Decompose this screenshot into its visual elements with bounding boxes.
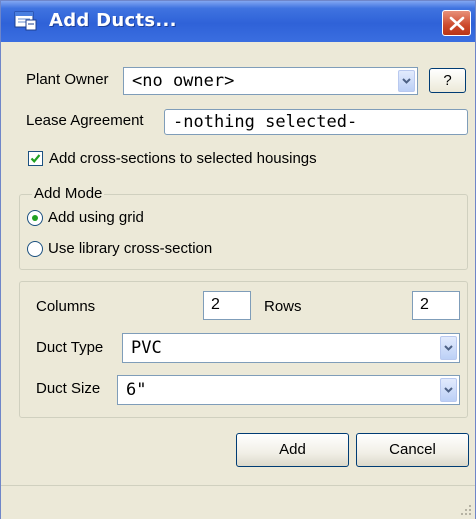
- status-bar: [1, 485, 475, 519]
- add-mode-legend: Add Mode: [32, 185, 105, 202]
- resize-grip-icon[interactable]: [460, 504, 472, 516]
- rows-value: 2: [420, 296, 429, 313]
- close-button[interactable]: [442, 10, 471, 36]
- duct-type-label: Duct Type: [36, 339, 104, 356]
- close-icon: [449, 16, 465, 31]
- lease-agreement-label: Lease Agreement: [26, 112, 144, 129]
- rows-input[interactable]: 2: [412, 291, 460, 320]
- duct-size-label: Duct Size: [36, 380, 101, 397]
- rows-label: Rows: [264, 298, 302, 315]
- columns-value: 2: [211, 296, 220, 313]
- lease-agreement-value: -nothing selected-: [173, 112, 358, 132]
- use-library-label[interactable]: Use library cross-section: [48, 240, 212, 257]
- radio-selected-dot: [32, 215, 38, 221]
- window-title: Add Ducts...: [49, 10, 177, 31]
- plant-owner-label: Plant Owner: [26, 71, 109, 88]
- title-bar[interactable]: Add Ducts...: [1, 1, 475, 42]
- chevron-down-icon[interactable]: [440, 336, 457, 360]
- check-mark-icon: [30, 154, 41, 163]
- duct-type-select[interactable]: PVC: [122, 333, 460, 363]
- duct-size-select[interactable]: 6": [117, 375, 460, 405]
- add-button[interactable]: Add: [236, 433, 349, 467]
- duct-size-value: 6": [126, 380, 147, 400]
- plant-owner-select[interactable]: <no owner>: [123, 67, 418, 95]
- app-icon: [14, 10, 38, 32]
- use-library-radio[interactable]: [27, 241, 43, 257]
- cross-sections-label[interactable]: Add cross-sections to selected housings: [49, 150, 317, 167]
- chevron-down-icon[interactable]: [398, 70, 415, 92]
- columns-label: Columns: [36, 298, 96, 315]
- help-button[interactable]: ?: [429, 68, 466, 93]
- plant-owner-value: <no owner>: [132, 71, 235, 91]
- columns-input[interactable]: 2: [203, 291, 251, 320]
- add-using-grid-label[interactable]: Add using grid: [48, 209, 144, 226]
- add-ducts-dialog: Add Ducts... Plant Owner <no owner> ? Le…: [0, 0, 476, 519]
- add-mode-group: [19, 194, 468, 270]
- add-using-grid-radio[interactable]: [27, 210, 43, 226]
- lease-agreement-field[interactable]: -nothing selected-: [164, 109, 468, 135]
- cross-sections-checkbox[interactable]: [28, 151, 43, 166]
- cancel-button[interactable]: Cancel: [356, 433, 469, 467]
- chevron-down-icon[interactable]: [440, 378, 457, 402]
- duct-type-value: PVC: [131, 338, 162, 358]
